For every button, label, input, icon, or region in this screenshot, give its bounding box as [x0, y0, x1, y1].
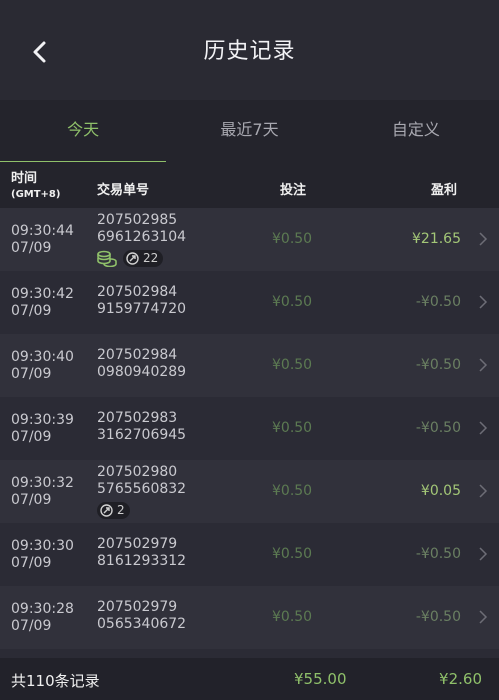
record-date-value: 07/09 [11, 429, 52, 445]
record-time: 09:30:40 07/09 [11, 349, 74, 383]
record-time: 09:30:28 07/09 [11, 601, 74, 635]
column-time: 时间 (GMT+8) [11, 172, 60, 202]
record-row[interactable]: 09:30:40 07/09 207502984 0980940289 ¥0.5… [0, 334, 499, 397]
record-date-value: 07/09 [11, 492, 52, 508]
record-order-id: 207502984 0980940289 [97, 347, 186, 381]
record-id-line1: 207502985 [97, 212, 178, 228]
record-date-value: 07/09 [11, 555, 52, 571]
record-profit: ¥21.65 [412, 231, 461, 247]
record-id-line1: 207502979 [97, 599, 178, 615]
record-id-line1: 207502984 [97, 347, 178, 363]
multiplier-badge: 22 [123, 249, 164, 267]
column-order-id: 交易单号 [97, 183, 150, 198]
tab-bar: 今天 最近7天 自定义 [0, 100, 499, 162]
record-bet: ¥0.50 [272, 420, 313, 436]
record-badges: 22 [97, 249, 164, 267]
tab-last-7-days[interactable]: 最近7天 [166, 100, 332, 162]
record-row[interactable]: 09:30:42 07/09 207502984 9159774720 ¥0.5… [0, 271, 499, 334]
record-time-value: 09:30:39 [11, 412, 74, 428]
record-id-line2: 9159774720 [97, 301, 187, 317]
record-order-id: 207502980 5765560832 [97, 464, 186, 498]
record-date-value: 07/09 [11, 303, 52, 319]
record-row[interactable]: 09:30:44 07/09 207502985 6961263104 22 ¥… [0, 208, 499, 271]
record-profit: ¥0.05 [420, 483, 461, 499]
record-id-line2: 0980940289 [97, 364, 187, 380]
record-date-value: 07/09 [11, 618, 52, 634]
record-time-value: 09:30:28 [11, 601, 74, 617]
record-bet: ¥0.50 [272, 357, 313, 373]
summary-footer: 共110条记录 ¥55.00 ¥2.60 [0, 658, 499, 700]
record-time-value: 09:30:40 [11, 349, 74, 365]
page-title: 历史记录 [203, 39, 296, 64]
column-time-label: 时间 [11, 171, 38, 186]
record-order-id: 207502985 6961263104 [97, 212, 186, 246]
record-profit: -¥0.50 [415, 294, 461, 310]
total-bet: ¥55.00 [294, 670, 347, 688]
record-time: 09:30:44 07/09 [11, 223, 74, 257]
column-time-zone: (GMT+8) [11, 189, 61, 200]
record-time-value: 09:30:42 [11, 286, 74, 302]
record-order-id: 207502979 8161293312 [97, 536, 186, 570]
multiplier-badge: 2 [97, 501, 130, 519]
record-row[interactable]: 09:30:28 07/09 207502979 0565340672 ¥0.5… [0, 586, 499, 649]
multiplier-value: 22 [143, 251, 159, 265]
record-time: 09:30:42 07/09 [11, 286, 74, 320]
record-list: 09:30:44 07/09 207502985 6961263104 22 ¥… [0, 208, 499, 649]
record-id-line2: 3162706945 [97, 427, 187, 443]
record-id-line2: 6961263104 [97, 229, 187, 245]
record-id-line1: 207502983 [97, 410, 178, 426]
record-id-line1: 207502980 [97, 464, 178, 480]
column-bet: 投注 [280, 183, 307, 198]
record-id-line1: 207502984 [97, 284, 178, 300]
record-row[interactable]: 09:30:39 07/09 207502983 3162706945 ¥0.5… [0, 397, 499, 460]
total-profit: ¥2.60 [439, 670, 482, 688]
total-records: 共110条记录 [11, 672, 100, 690]
record-time: 09:30:30 07/09 [11, 538, 74, 572]
column-header: 时间 (GMT+8) 交易单号 投注 盈利 [0, 162, 499, 208]
record-row[interactable]: 09:30:32 07/09 207502980 5765560832 2 ¥0… [0, 460, 499, 523]
record-profit: -¥0.50 [415, 546, 461, 562]
record-bet: ¥0.50 [272, 231, 313, 247]
chevron-right-icon [479, 484, 488, 498]
chevron-right-icon [479, 232, 488, 246]
column-profit: 盈利 [431, 183, 458, 198]
record-id-line2: 5765560832 [97, 481, 187, 497]
multiplier-value: 2 [117, 503, 125, 517]
multiplier-icon [126, 251, 139, 265]
record-id-line1: 207502979 [97, 536, 178, 552]
record-time-value: 09:30:44 [11, 223, 74, 239]
chevron-right-icon [479, 358, 488, 372]
record-time-value: 09:30:30 [11, 538, 74, 554]
record-profit: -¥0.50 [415, 357, 461, 373]
record-bet: ¥0.50 [272, 294, 313, 310]
chevron-right-icon [479, 610, 488, 624]
record-bet: ¥0.50 [272, 546, 313, 562]
record-order-id: 207502979 0565340672 [97, 599, 186, 633]
record-id-line2: 0565340672 [97, 616, 187, 632]
record-time-value: 09:30:32 [11, 475, 74, 491]
record-bet: ¥0.50 [272, 609, 313, 625]
record-order-id: 207502984 9159774720 [97, 284, 186, 318]
chevron-right-icon [479, 295, 488, 309]
tab-today[interactable]: 今天 [0, 100, 167, 162]
record-date-value: 07/09 [11, 366, 52, 382]
record-row[interactable]: 09:30:30 07/09 207502979 8161293312 ¥0.5… [0, 523, 499, 586]
record-time: 09:30:39 07/09 [11, 412, 74, 446]
record-date-value: 07/09 [11, 240, 52, 256]
record-profit: -¥0.50 [415, 609, 461, 625]
coins-stack-icon [97, 250, 117, 267]
record-badges: 2 [97, 501, 130, 519]
record-id-line2: 8161293312 [97, 553, 187, 569]
record-profit: -¥0.50 [415, 420, 461, 436]
header: 历史记录 [0, 0, 499, 100]
record-time: 09:30:32 07/09 [11, 475, 74, 509]
record-bet: ¥0.50 [272, 483, 313, 499]
chevron-right-icon [479, 547, 488, 561]
tab-custom[interactable]: 自定义 [333, 100, 499, 162]
chevron-right-icon [479, 421, 488, 435]
record-order-id: 207502983 3162706945 [97, 410, 186, 444]
multiplier-icon [100, 503, 113, 517]
